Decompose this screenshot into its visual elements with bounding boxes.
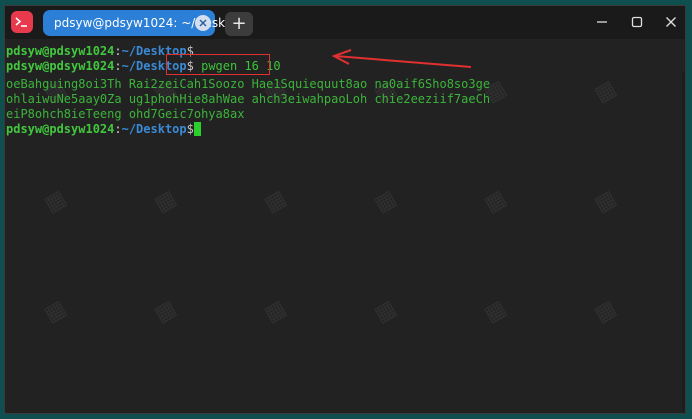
scrollbar[interactable] [682, 72, 685, 413]
terminal-app-icon[interactable] [11, 11, 33, 33]
minimize-icon[interactable] [594, 14, 610, 30]
terminal-window: pdsyw@pdsyw1024: ~/Desktop + ▦ ▦ ▦ ▦ ▦ ▦… [4, 5, 686, 414]
tab-title: pdsyw@pdsyw1024: ~/Desktop [54, 16, 245, 30]
close-icon[interactable] [663, 14, 679, 30]
tab-active-terminal[interactable]: pdsyw@pdsyw1024: ~/Desktop [43, 10, 245, 36]
new-tab-button[interactable]: + [225, 12, 253, 36]
maximize-icon[interactable] [629, 14, 645, 30]
annotation-arrow [331, 49, 472, 68]
tab-close-icon[interactable] [195, 15, 211, 31]
title-bar[interactable]: pdsyw@pdsyw1024: ~/Desktop + [5, 6, 685, 39]
terminal-area[interactable]: ▦ ▦ ▦ ▦ ▦ ▦ ▦ ▦ ▦ ▦ ▦ ▦ ▦ ▦ ▦ ▦ ▦ ▦ pdsy… [5, 39, 685, 413]
